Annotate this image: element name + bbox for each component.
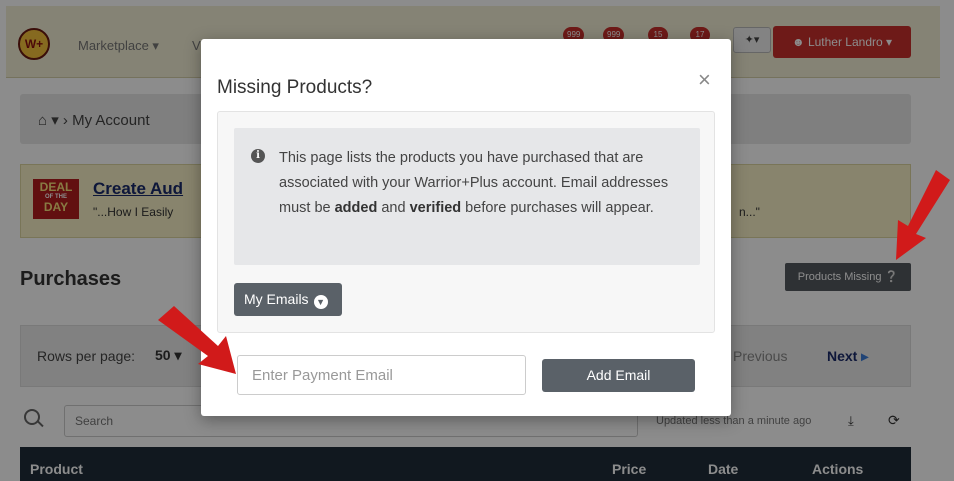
missing-products-modal: Missing Products? × i This page lists th… bbox=[201, 39, 731, 416]
info-alert: i This page lists the products you have … bbox=[234, 128, 700, 265]
red-arrow-to-email-icon bbox=[158, 306, 236, 374]
payment-email-input[interactable] bbox=[237, 355, 526, 395]
red-arrow-to-products-missing-icon bbox=[896, 170, 950, 260]
close-icon[interactable]: × bbox=[698, 67, 711, 93]
info-message: This page lists the products you have pu… bbox=[279, 150, 669, 216]
my-emails-button[interactable]: My Emails ▼ bbox=[234, 283, 342, 316]
info-circle-icon: i bbox=[251, 149, 265, 163]
chevron-down-icon: ▼ bbox=[313, 295, 328, 309]
add-email-button[interactable]: Add Email bbox=[542, 359, 695, 392]
modal-title: Missing Products? bbox=[217, 77, 373, 98]
modal-well: i This page lists the products you have … bbox=[217, 111, 715, 333]
